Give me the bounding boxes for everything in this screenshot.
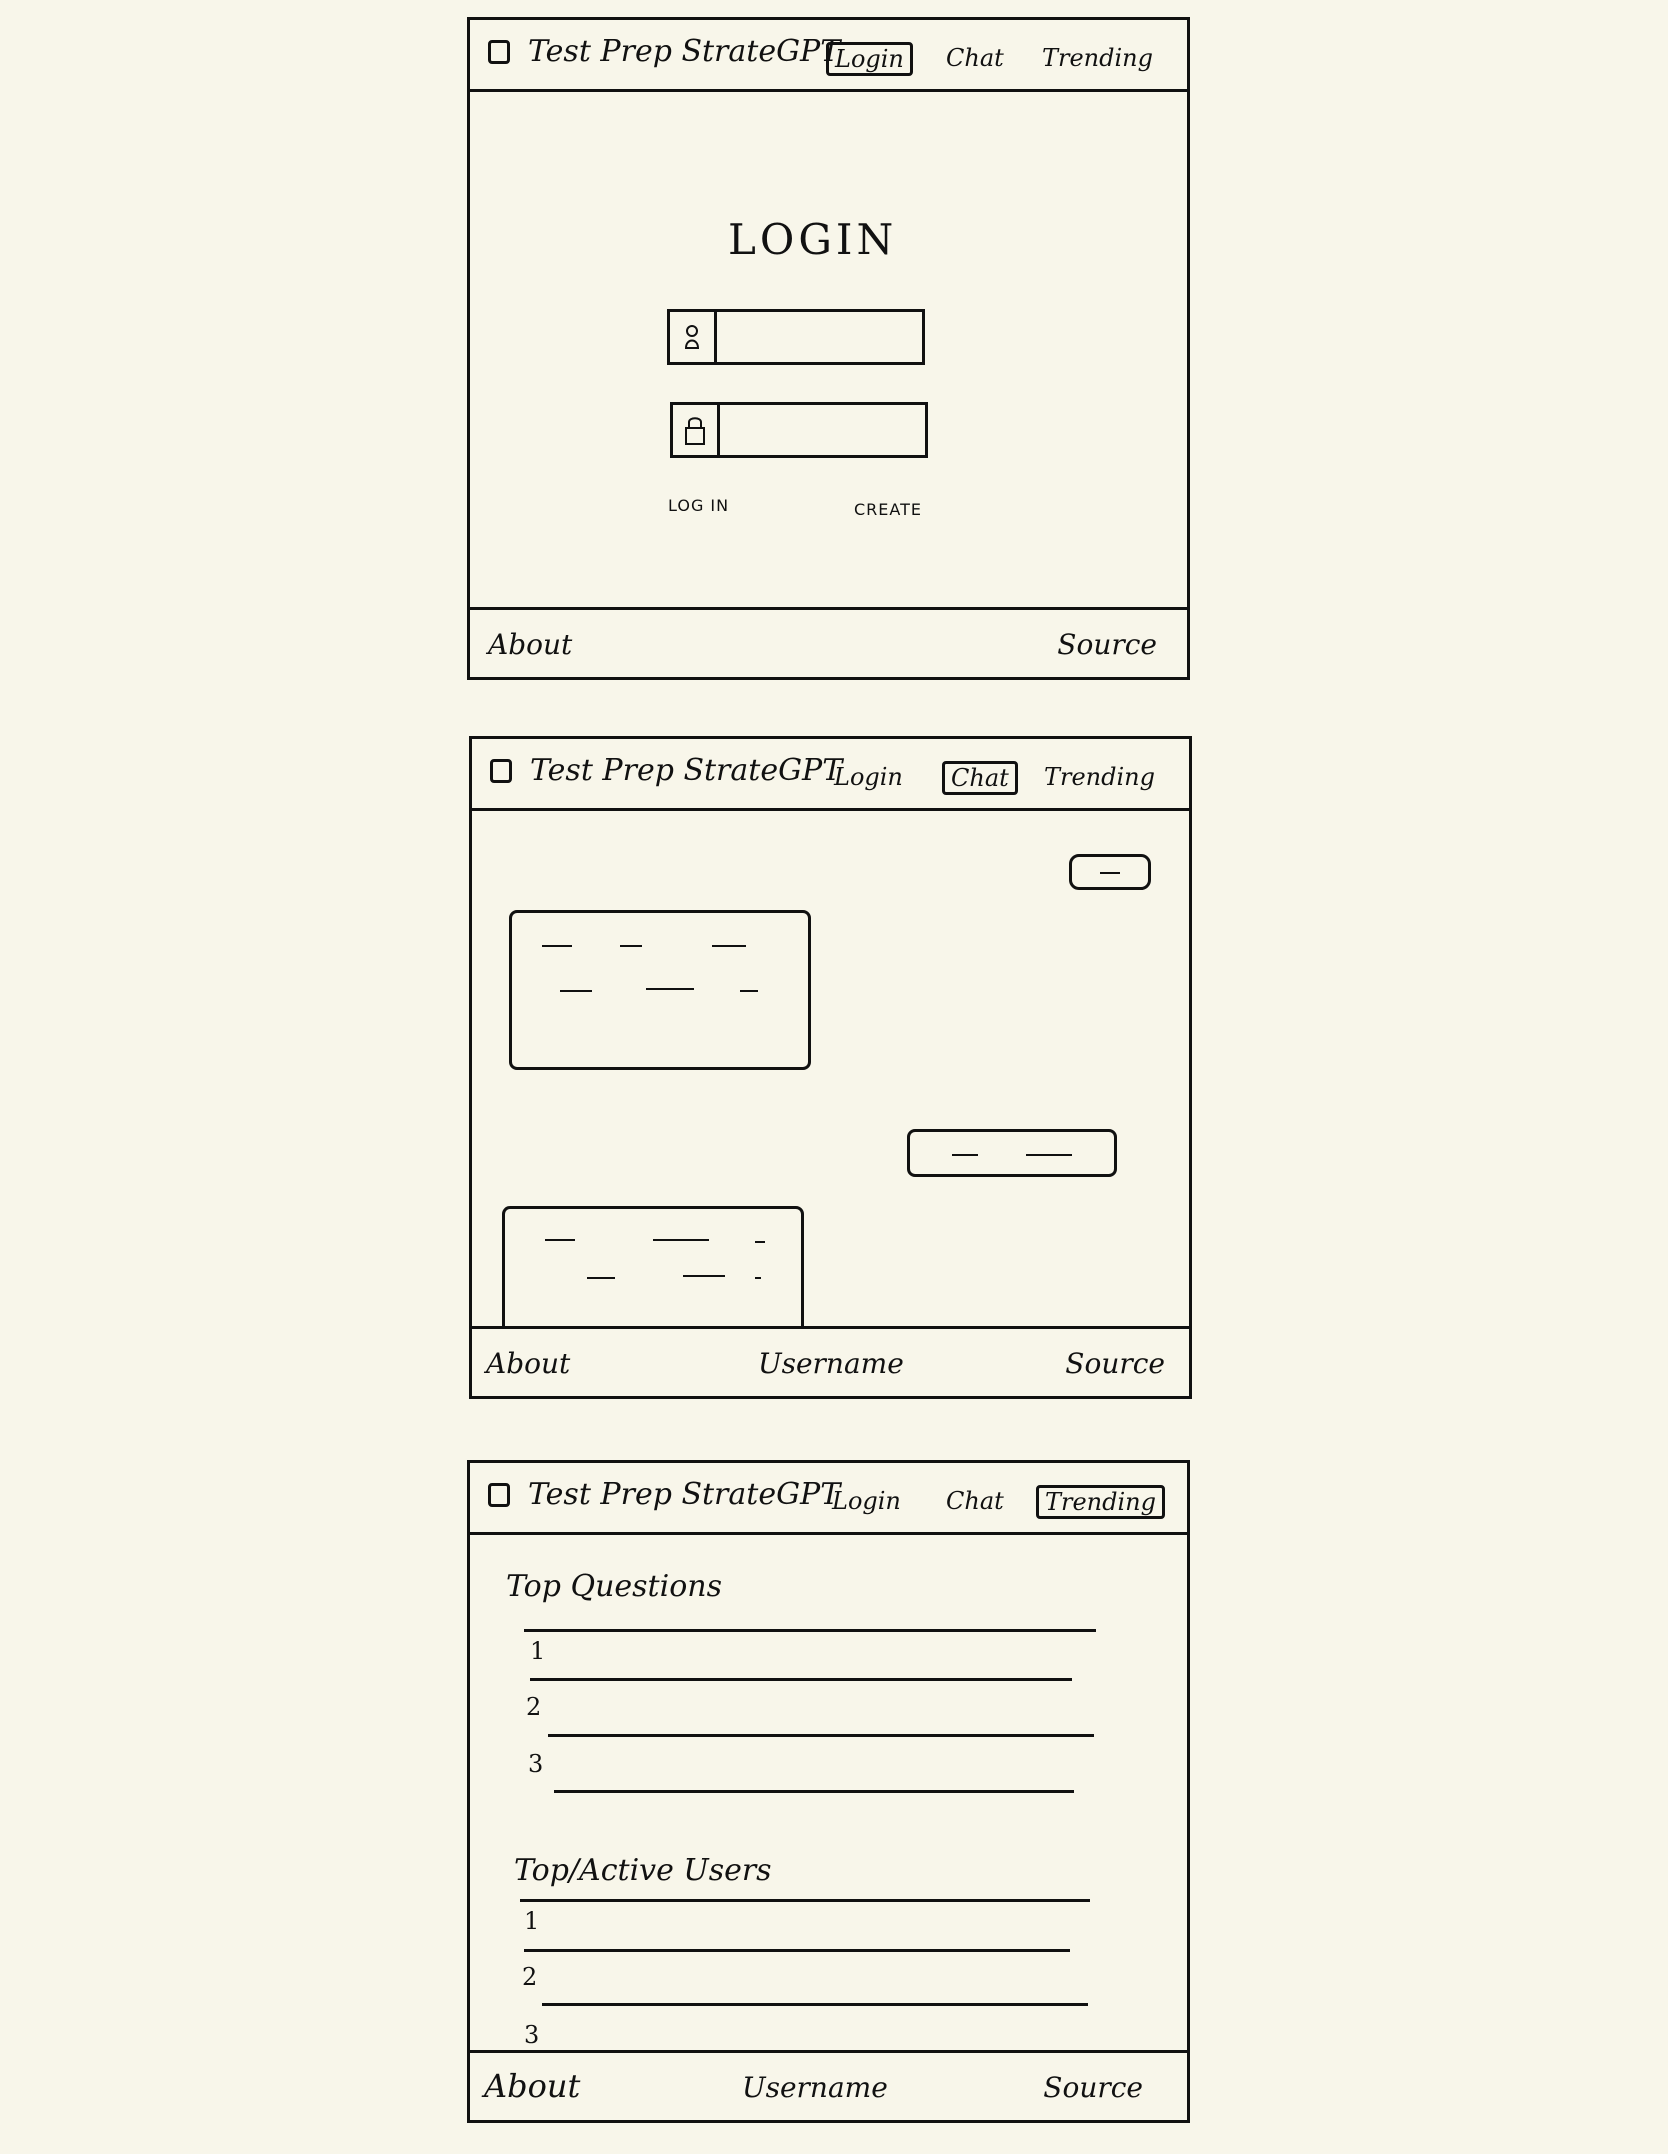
- footer-source-link[interactable]: Source: [1057, 628, 1157, 661]
- footer-source-link[interactable]: Source: [1065, 1347, 1165, 1380]
- footer-username: Username: [742, 2071, 888, 2104]
- list-divider: [548, 1734, 1094, 1737]
- footer-about-link[interactable]: About: [488, 628, 572, 661]
- nav-chat[interactable]: Chat: [940, 1485, 1010, 1517]
- nav-login[interactable]: Login: [826, 42, 913, 76]
- top-users-title: Top/Active Users: [514, 1853, 772, 1888]
- message-text-line: [1026, 1154, 1072, 1156]
- brand-title: Test Prep StrateGPT: [528, 34, 841, 69]
- rank-number: 3: [528, 1750, 544, 1778]
- message-text-line: [1100, 872, 1120, 874]
- brand-title: Test Prep StrateGPT: [528, 1477, 841, 1512]
- top-questions-title: Top Questions: [506, 1569, 722, 1604]
- footer-about-link[interactable]: About: [486, 1347, 570, 1380]
- user-message: [1069, 854, 1151, 890]
- chat-screen: Test Prep StrateGPT Login Chat Trending: [469, 736, 1192, 1399]
- footer-username: Username: [758, 1347, 904, 1380]
- message-text-line: [560, 990, 592, 992]
- logo-icon: [490, 759, 512, 783]
- logo-icon: [488, 40, 510, 64]
- nav-login[interactable]: Login: [826, 1485, 907, 1517]
- message-text-line: [542, 945, 572, 947]
- nav-trending[interactable]: Trending: [1038, 761, 1161, 793]
- assistant-message: [509, 910, 811, 1070]
- footer: About Username Source: [472, 1326, 1189, 1396]
- rank-number: 1: [524, 1907, 540, 1935]
- message-text-line: [545, 1239, 575, 1241]
- password-field[interactable]: [670, 402, 928, 458]
- header: Test Prep StrateGPT Login Chat Trending: [472, 739, 1189, 811]
- message-text-line: [952, 1154, 978, 1156]
- list-divider: [524, 1629, 1096, 1632]
- username-field[interactable]: [667, 309, 925, 365]
- nav-login[interactable]: Login: [828, 761, 909, 793]
- lock-icon-svg: [685, 417, 705, 445]
- nav-trending[interactable]: Trending: [1036, 1485, 1165, 1519]
- list-divider: [554, 1790, 1074, 1793]
- footer-source-link[interactable]: Source: [1043, 2071, 1143, 2104]
- rank-number: 2: [526, 1693, 542, 1721]
- create-account-button[interactable]: CREATE: [854, 500, 922, 519]
- message-text-line: [646, 988, 694, 990]
- login-screen: Test Prep StrateGPT Login Chat Trending …: [467, 17, 1190, 680]
- user-icon-svg: [684, 325, 700, 349]
- nav-trending[interactable]: Trending: [1036, 42, 1159, 74]
- nav-chat[interactable]: Chat: [942, 761, 1018, 795]
- brand-title: Test Prep StrateGPT: [530, 753, 843, 788]
- username-input[interactable]: [720, 318, 918, 356]
- message-text-line: [587, 1277, 615, 1279]
- list-divider: [530, 1678, 1072, 1681]
- login-button[interactable]: LOG IN: [668, 496, 729, 515]
- nav-chat[interactable]: Chat: [940, 42, 1010, 74]
- list-divider: [542, 2003, 1088, 2006]
- footer-about-link[interactable]: About: [484, 2067, 580, 2105]
- footer: About Username Source: [470, 2050, 1187, 2120]
- lock-icon: [673, 405, 720, 455]
- page-title: LOGIN: [728, 215, 898, 264]
- password-input[interactable]: [723, 411, 921, 449]
- user-message: [907, 1129, 1117, 1177]
- trending-screen: Test Prep StrateGPT Login Chat Trending …: [467, 1460, 1190, 2123]
- message-text-line: [653, 1239, 709, 1241]
- user-icon: [670, 312, 717, 362]
- message-text-line: [740, 990, 758, 992]
- message-text-line: [755, 1241, 765, 1243]
- rank-number: 1: [530, 1637, 546, 1665]
- message-text-line: [620, 945, 642, 947]
- logo-icon: [488, 1483, 510, 1507]
- header: Test Prep StrateGPT Login Chat Trending: [470, 1463, 1187, 1535]
- footer: About Source: [470, 607, 1187, 677]
- header: Test Prep StrateGPT Login Chat Trending: [470, 20, 1187, 92]
- assistant-message: [502, 1206, 804, 1326]
- rank-number: 2: [522, 1963, 538, 1991]
- message-text-line: [712, 945, 746, 947]
- chat-thread[interactable]: [472, 811, 1189, 1326]
- list-divider: [524, 1949, 1070, 1952]
- list-divider: [520, 1899, 1090, 1902]
- message-text-line: [755, 1277, 761, 1279]
- rank-number: 3: [524, 2021, 540, 2049]
- message-text-line: [683, 1275, 725, 1277]
